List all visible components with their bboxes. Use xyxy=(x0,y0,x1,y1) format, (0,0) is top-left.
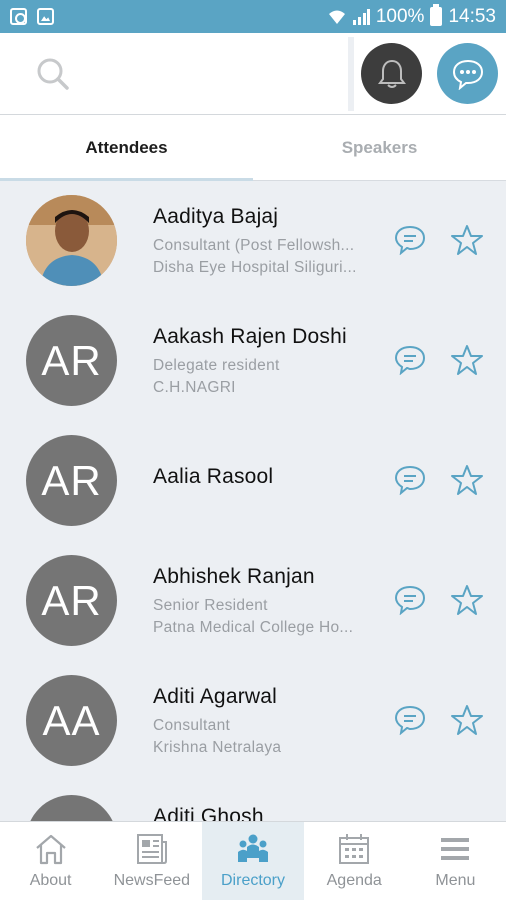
nav-menu[interactable]: Menu xyxy=(405,822,506,900)
bottom-navigation: About NewsFeed Directory Agenda Menu xyxy=(0,821,506,900)
wifi-icon xyxy=(328,10,345,24)
hamburger-icon xyxy=(441,838,470,860)
clock-time: 14:53 xyxy=(448,5,496,27)
star-icon[interactable] xyxy=(450,344,484,376)
list-item[interactable]: AR Aalia Rasool xyxy=(0,421,506,541)
nav-agenda[interactable]: Agenda xyxy=(304,822,405,900)
avatar: AA xyxy=(26,675,117,766)
star-icon[interactable] xyxy=(450,464,484,496)
avatar-initials: AA xyxy=(42,696,101,744)
star-icon[interactable] xyxy=(450,584,484,616)
battery-percentage: 100% xyxy=(375,5,425,27)
bell-icon xyxy=(377,59,406,88)
attendee-organization: Patna Medical College Ho... xyxy=(153,619,354,636)
tab-speakers[interactable]: Speakers xyxy=(253,115,506,180)
directory-tabs: Attendees Speakers xyxy=(0,115,506,181)
avatar-initials: AR xyxy=(41,336,102,384)
nav-newsfeed[interactable]: NewsFeed xyxy=(101,822,202,900)
newspaper-icon xyxy=(136,834,167,864)
list-item[interactable]: Aaditya Bajaj Consultant (Post Fellowsh.… xyxy=(0,181,506,301)
attendee-name: Aakash Rajen Doshi xyxy=(153,325,347,348)
message-icon[interactable] xyxy=(393,705,427,735)
attendee-info: Aalia Rasool xyxy=(153,465,378,495)
attendee-name: Aditi Agarwal xyxy=(153,685,277,708)
chat-button[interactable] xyxy=(437,43,498,104)
nav-directory-label: Directory xyxy=(221,872,286,889)
tab-attendees-label: Attendees xyxy=(85,137,168,157)
attendee-organization: Krishna Netralaya xyxy=(153,739,282,756)
nav-directory[interactable]: Directory xyxy=(202,822,304,900)
nav-menu-label: Menu xyxy=(435,872,476,889)
attendee-list[interactable]: Aaditya Bajaj Consultant (Post Fellowsh.… xyxy=(0,181,506,821)
attendee-name: Abhishek Ranjan xyxy=(153,565,315,588)
star-icon[interactable] xyxy=(450,704,484,736)
attendee-info: Aaditya Bajaj Consultant (Post Fellowsh.… xyxy=(153,205,378,279)
people-icon xyxy=(238,834,268,862)
avatar-initials: AR xyxy=(41,576,102,624)
avatar: AR xyxy=(26,555,117,646)
header-bar xyxy=(0,33,506,115)
list-item[interactable]: AG Aditi Ghosh xyxy=(0,781,506,821)
tab-speakers-label: Speakers xyxy=(341,137,418,157)
star-icon[interactable] xyxy=(450,224,484,256)
battery-icon xyxy=(430,4,443,26)
list-item[interactable]: AR Aakash Rajen Doshi Delegate resident … xyxy=(0,301,506,421)
attendee-title: Senior Resident xyxy=(153,597,268,614)
avatar: AR xyxy=(26,315,117,406)
download-notification-icon xyxy=(10,8,27,25)
attendee-info: Aakash Rajen Doshi Delegate resident C.H… xyxy=(153,325,378,399)
image-notification-icon xyxy=(37,8,54,25)
nav-agenda-label: Agenda xyxy=(326,872,382,889)
status-bar: 100% 14:53 xyxy=(0,0,506,33)
avatar: AG xyxy=(26,795,117,821)
search-input[interactable] xyxy=(0,33,348,114)
calendar-icon xyxy=(339,834,370,864)
chat-bubble-icon xyxy=(452,59,483,90)
message-icon[interactable] xyxy=(393,345,427,375)
avatar-initials: AR xyxy=(41,456,102,504)
attendee-info: Aditi Agarwal Consultant Krishna Netrala… xyxy=(153,685,378,759)
avatar: AR xyxy=(26,435,117,526)
attendee-name: Aditi Ghosh xyxy=(153,805,264,821)
tab-attendees[interactable]: Attendees xyxy=(0,115,253,180)
attendee-name: Aaditya Bajaj xyxy=(153,205,279,228)
list-item[interactable]: AA Aditi Agarwal Consultant Krishna Netr… xyxy=(0,661,506,781)
list-item[interactable]: AR Abhishek Ranjan Senior Resident Patna… xyxy=(0,541,506,661)
attendee-name: Aalia Rasool xyxy=(153,465,274,488)
attendee-organization: C.H.NAGRI xyxy=(153,379,236,396)
attendee-organization: Disha Eye Hospital Siliguri... xyxy=(153,259,357,276)
nav-about-label: About xyxy=(29,872,72,889)
notifications-button[interactable] xyxy=(361,43,422,104)
attendee-info: Aditi Ghosh xyxy=(153,805,378,821)
message-icon[interactable] xyxy=(393,465,427,495)
message-icon[interactable] xyxy=(393,225,427,255)
attendee-title: Consultant xyxy=(153,717,231,734)
search-icon xyxy=(37,58,69,90)
signal-icon xyxy=(352,8,370,25)
avatar xyxy=(26,195,117,286)
attendee-title: Consultant (Post Fellowsh... xyxy=(153,237,355,254)
message-icon[interactable] xyxy=(393,585,427,615)
nav-newsfeed-label: NewsFeed xyxy=(113,872,191,889)
attendee-info: Abhishek Ranjan Senior Resident Patna Me… xyxy=(153,565,378,639)
header-divider xyxy=(348,37,354,111)
nav-about[interactable]: About xyxy=(0,822,101,900)
home-icon xyxy=(35,834,66,865)
avatar-photo xyxy=(26,195,117,286)
attendee-title: Delegate resident xyxy=(153,357,280,374)
